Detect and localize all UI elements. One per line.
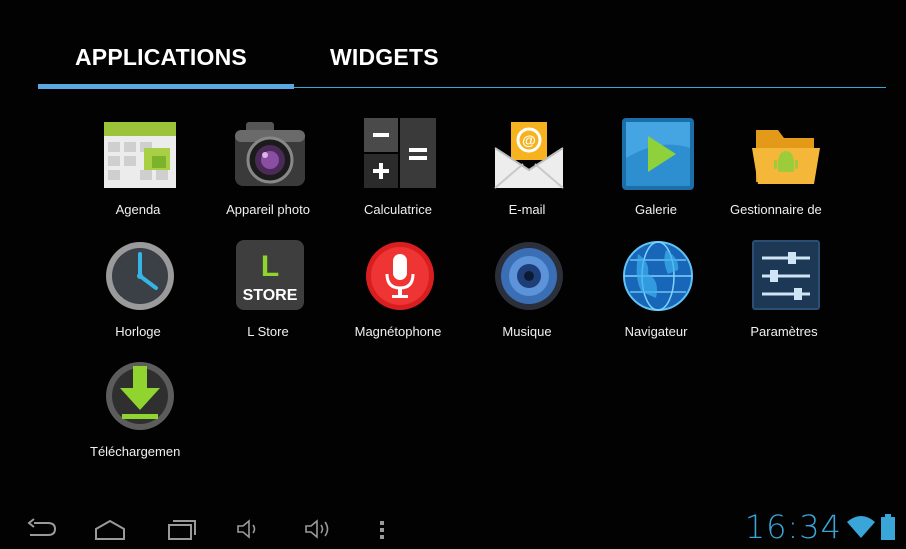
svg-text:STORE: STORE [243,287,298,304]
microphone-icon [366,242,434,310]
gallery-icon [622,118,694,190]
app-telechargements[interactable]: Téléchargemen [78,360,198,470]
svg-text:L: L [261,250,279,283]
app-magnetophone[interactable]: Magnétophone [338,240,458,350]
app-label: L Store [247,324,289,339]
app-agenda[interactable]: Agenda [78,118,198,228]
calculator-icon [364,118,436,188]
app-label: Appareil photo [226,202,310,217]
email-icon: @ [494,122,564,189]
app-label: Galerie [635,202,677,217]
app-label: Agenda [115,202,161,217]
app-navigateur[interactable]: Navigateur [596,240,716,350]
home-icon[interactable] [90,515,130,543]
camera-icon [235,122,305,186]
status-clock: 16:34 [744,508,842,546]
volume-up-icon[interactable] [298,515,338,543]
settings-sliders-icon [752,240,820,310]
app-label: Calculatrice [364,202,432,217]
battery-icon [881,514,895,540]
active-tab-indicator [38,84,294,89]
tab-bar: APPLICATIONS WIDGETS [38,40,886,90]
svg-text:@: @ [522,132,536,148]
app-label: Gestionnaire de [730,202,822,217]
recent-apps-icon[interactable] [160,515,200,543]
app-drawer: APPLICATIONS WIDGETS Agenda Appareil pho… [0,0,906,549]
app-label: Paramètres [750,324,818,339]
music-speaker-icon [495,242,563,310]
app-label: Musique [502,324,552,339]
app-label: Téléchargemen [90,444,181,459]
app-label: Magnétophone [354,324,442,339]
menu-icon[interactable] [362,515,402,543]
app-galerie[interactable]: Galerie [596,118,716,228]
app-appareil-photo[interactable]: Appareil photo [208,118,328,228]
app-lstore[interactable]: L STORE L Store [208,240,328,350]
app-label: Horloge [115,324,161,339]
app-gestionnaire[interactable]: Gestionnaire de [724,118,844,228]
app-horloge[interactable]: Horloge [78,240,198,350]
app-label: Navigateur [624,324,688,339]
download-icon [106,362,174,430]
file-manager-icon [752,130,820,184]
lstore-icon: L STORE [236,240,304,310]
app-email[interactable]: @ E-mail [467,118,587,228]
app-calculatrice[interactable]: Calculatrice [338,118,458,228]
app-label: E-mail [508,202,546,217]
tab-applications[interactable]: APPLICATIONS [75,44,247,71]
volume-down-icon[interactable] [230,515,270,543]
back-icon[interactable] [22,515,62,543]
app-musique[interactable]: Musique [467,240,587,350]
globe-icon [623,241,693,311]
app-parametres[interactable]: Paramètres [724,240,844,350]
tab-widgets[interactable]: WIDGETS [330,44,439,71]
calendar-icon [104,122,176,188]
wifi-icon [847,516,875,538]
clock-icon [106,242,174,310]
